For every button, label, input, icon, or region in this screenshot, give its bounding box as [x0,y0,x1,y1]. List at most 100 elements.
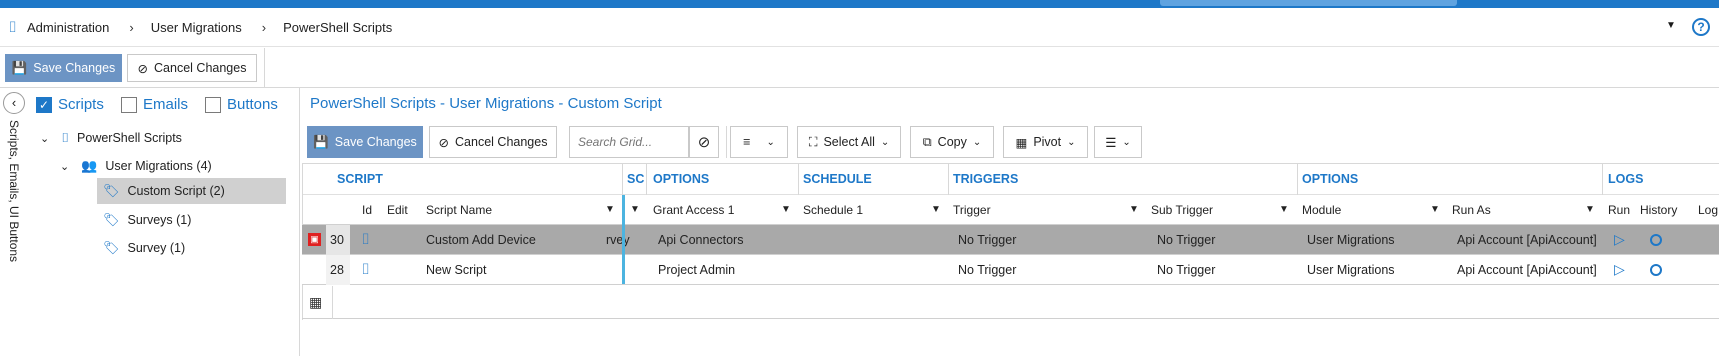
emails-checkbox[interactable] [121,96,137,113]
script-icon: ⌷ [8,18,18,36]
group-header-options: OPTIONS [653,172,710,186]
history-icon[interactable] [1650,234,1662,246]
edit-script-icon[interactable]: ⌷ [361,231,370,248]
collapse-panel-button[interactable]: ‹ [3,92,25,114]
layout-dropdown-button[interactable]: ☰ ⌄ [1094,126,1142,158]
copy-button[interactable]: ⧉ Copy ⌄ [910,126,994,158]
tag-icon: 🏷 [103,183,120,198]
grid-settings-icon[interactable]: ▦ [309,294,322,311]
group-header-script: SCRIPT [337,172,383,186]
row-run-as[interactable]: Api Account [ApiAccount] [1457,263,1597,277]
tree-item-surveys[interactable]: 🏷 Surveys (1) [103,210,191,230]
save-icon: 💾 [11,60,28,75]
chevron-right-icon: › [261,19,267,35]
grid-cancel-button[interactable]: ⊘ Cancel Changes [429,126,557,158]
filter-emails[interactable]: Emails [121,96,188,113]
column-header-row: Id Edit Script Name ▼ ▼ Grant Access 1 ▼… [302,195,1719,225]
filter-icon[interactable]: ▼ [781,204,791,215]
filter-icon[interactable]: ▼ [1279,204,1289,215]
grid-save-button[interactable]: 💾 Save Changes [307,126,423,158]
row-script-name[interactable]: New Script [426,263,486,277]
scripts-checkbox[interactable]: ✓ [36,96,52,113]
group-divider [622,164,623,195]
chevron-down-icon[interactable]: ⌄ [40,132,49,145]
toolbar-divider [726,126,727,158]
row-module[interactable]: User Migrations [1307,233,1395,247]
group-divider [1297,164,1298,195]
global-search-input[interactable] [1160,0,1457,6]
group-header-schedule: SCHEDULE [803,172,872,186]
filter-scripts[interactable]: ✓ Scripts [36,96,104,113]
row-sub-trigger[interactable]: No Trigger [1157,263,1215,277]
run-icon[interactable]: ▷ [1614,261,1625,278]
group-divider [948,164,949,195]
column-header-grant-access[interactable]: Grant Access 1 [653,203,734,217]
history-icon[interactable] [1650,264,1662,276]
column-header-sub-trigger[interactable]: Sub Trigger [1151,203,1213,217]
script-icon: ⌷ [61,130,70,145]
row-script-name[interactable]: Custom Add Device [426,233,536,247]
run-icon[interactable]: ▷ [1614,231,1625,248]
unsaved-change-icon: ▣ [308,233,321,246]
pivot-button[interactable]: ▦ Pivot ⌄ [1003,126,1088,158]
column-header-script-name[interactable]: Script Name [426,203,492,217]
row-run-as[interactable]: Api Account [ApiAccount] [1457,233,1597,247]
column-header-log[interactable]: Log [1698,203,1718,217]
filter-icon[interactable]: ▼ [1129,204,1139,215]
tree-item-survey[interactable]: 🏷 Survey (1) [103,238,185,258]
row-sub-trigger[interactable]: No Trigger [1157,233,1215,247]
frozen-column-divider[interactable] [622,195,625,284]
breadcrumb-item-powershell-scripts[interactable]: PowerShell Scripts [283,20,392,35]
chevron-down-icon: ⌄ [972,136,982,148]
search-grid-input[interactable] [569,126,689,158]
chevron-down-icon[interactable]: ⌄ [60,160,69,173]
main-toolbar: 💾 Save Changes ⊘ Cancel Changes [0,48,1719,88]
row-module[interactable]: User Migrations [1307,263,1395,277]
clear-search-button[interactable]: ⊘ [689,126,719,158]
tree-item-user-migrations[interactable]: ⌄ 👥 User Migrations (4) [60,156,212,176]
edit-script-icon[interactable]: ⌷ [361,261,370,278]
list-icon: ☰ [1105,135,1117,150]
chevron-down-icon: ⌄ [1067,136,1076,148]
column-header-trigger[interactable]: Trigger [953,203,991,217]
chevron-right-icon: › [129,19,134,35]
grid-title: PowerShell Scripts - User Migrations - C… [310,95,662,112]
help-icon[interactable]: ? [1692,18,1710,36]
column-header-run[interactable]: Run [1608,203,1630,217]
table-row[interactable]: 28 ⌷ New Script Project Admin No Trigger… [302,255,1719,285]
filter-icon[interactable]: ▼ [931,204,941,215]
tree-item-powershell-scripts[interactable]: ⌄ ⌷ PowerShell Scripts [40,128,182,148]
column-header-module[interactable]: Module [1302,203,1341,217]
buttons-checkbox[interactable] [205,96,221,113]
save-button[interactable]: 💾 Save Changes [5,54,122,82]
group-header-triggers: TRIGGERS [953,172,1019,186]
toolbar-divider [264,48,265,88]
filter-buttons[interactable]: Buttons [205,96,278,113]
row-trigger[interactable]: No Trigger [958,263,1016,277]
filter-icon[interactable]: ▼ [1585,204,1595,215]
filter-icon[interactable]: ▼ [605,204,615,215]
column-header-edit[interactable]: Edit [387,203,408,217]
breadcrumb-item-user-migrations[interactable]: User Migrations [151,20,242,35]
dropdown-arrow-icon[interactable]: ▼ [1666,20,1676,31]
column-header-run-as[interactable]: Run As [1452,203,1491,217]
align-dropdown-button[interactable]: ≡ ⌄ [730,126,788,158]
tree-item-custom-script[interactable]: 🏷 Custom Script (2) [97,178,286,204]
column-header-id[interactable]: Id [362,203,372,217]
side-tab[interactable]: Scripts, Emails, UI Buttons [5,120,21,350]
cancel-button[interactable]: ⊘ Cancel Changes [127,54,257,82]
row-id: 30 [330,233,344,247]
table-row[interactable]: ▣ 30 ⌷ Custom Add Device rvey Api Connec… [302,225,1719,255]
column-header-schedule[interactable]: Schedule 1 [803,203,863,217]
save-icon: 💾 [313,134,329,149]
row-trigger[interactable]: No Trigger [958,233,1016,247]
group-divider [798,164,799,195]
filter-icon[interactable]: ▼ [1430,204,1440,215]
row-grant-access[interactable]: Project Admin [658,263,735,277]
select-all-button[interactable]: ⛶ Select All ⌄ [797,126,901,158]
breadcrumb-item-administration[interactable]: Administration [27,20,109,35]
column-header-history[interactable]: History [1640,203,1677,217]
row-grant-access[interactable]: Api Connectors [658,233,743,247]
filter-icon[interactable]: ▼ [630,204,640,215]
row-sc: rvey [606,233,630,247]
